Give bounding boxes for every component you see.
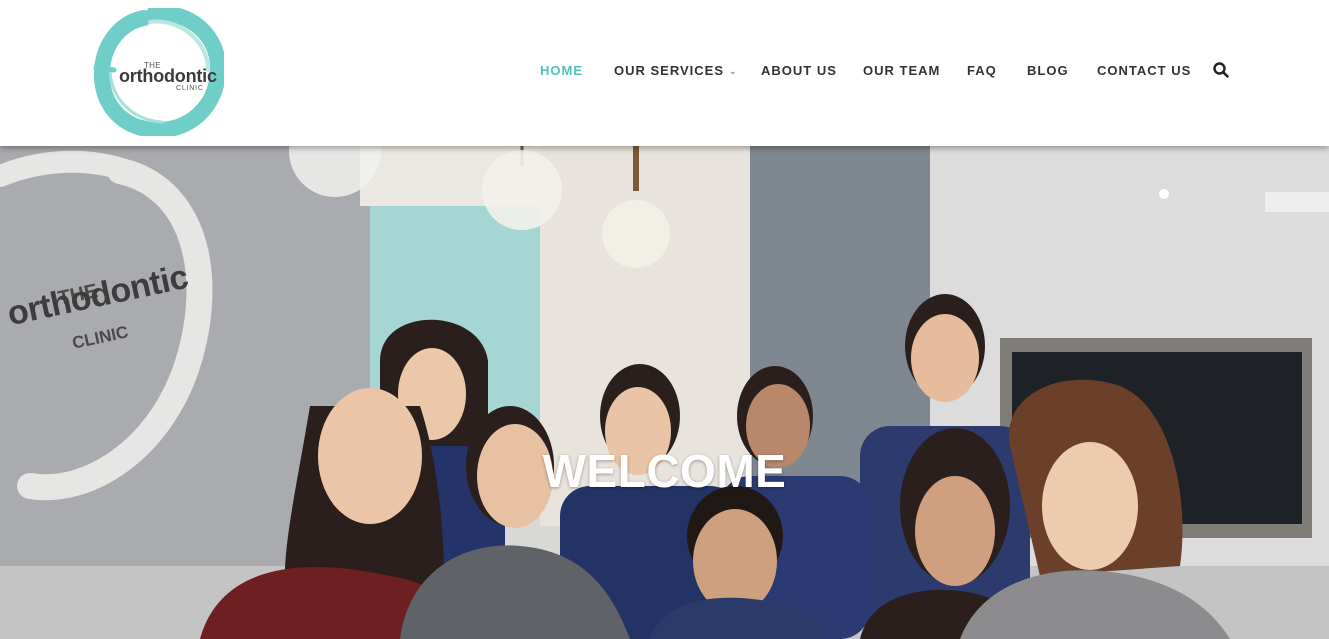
nav-blog-label: BLOG: [1027, 63, 1069, 78]
nav-our-team-label: OUR TEAM: [863, 63, 941, 78]
hero-team-photo: [0, 146, 1329, 639]
nav-our-services-label: OUR SERVICES: [614, 63, 725, 78]
logo-wordmark: orthodontic: [119, 66, 217, 86]
nav-about-us-label: ABOUT US: [761, 63, 837, 78]
nav-about-us[interactable]: ABOUT US: [761, 60, 837, 82]
site-header: THE orthodontic CLINIC HOME OUR SERVICES…: [0, 0, 1329, 146]
hero-banner: THE orthodontic CLINIC WELCOME: [0, 146, 1329, 639]
nav-our-services[interactable]: OUR SERVICES ⌄: [614, 60, 738, 83]
site-logo[interactable]: THE orthodontic CLINIC: [92, 8, 224, 136]
nav-contact-us-label: CONTACT US: [1097, 63, 1192, 78]
hero-heading: WELCOME: [542, 445, 787, 497]
nav-faq[interactable]: FAQ: [967, 60, 997, 82]
nav-home-label: HOME: [540, 63, 583, 78]
chevron-down-icon: ⌄: [729, 66, 738, 76]
search-icon[interactable]: [1212, 61, 1230, 79]
nav-our-team[interactable]: OUR TEAM: [863, 60, 940, 82]
nav-contact-us[interactable]: CONTACT US: [1097, 60, 1191, 82]
nav-faq-label: FAQ: [967, 63, 997, 78]
nav-home[interactable]: HOME: [540, 60, 583, 82]
logo-clinic-text: CLINIC: [176, 85, 204, 92]
nav-blog[interactable]: BLOG: [1027, 60, 1069, 82]
